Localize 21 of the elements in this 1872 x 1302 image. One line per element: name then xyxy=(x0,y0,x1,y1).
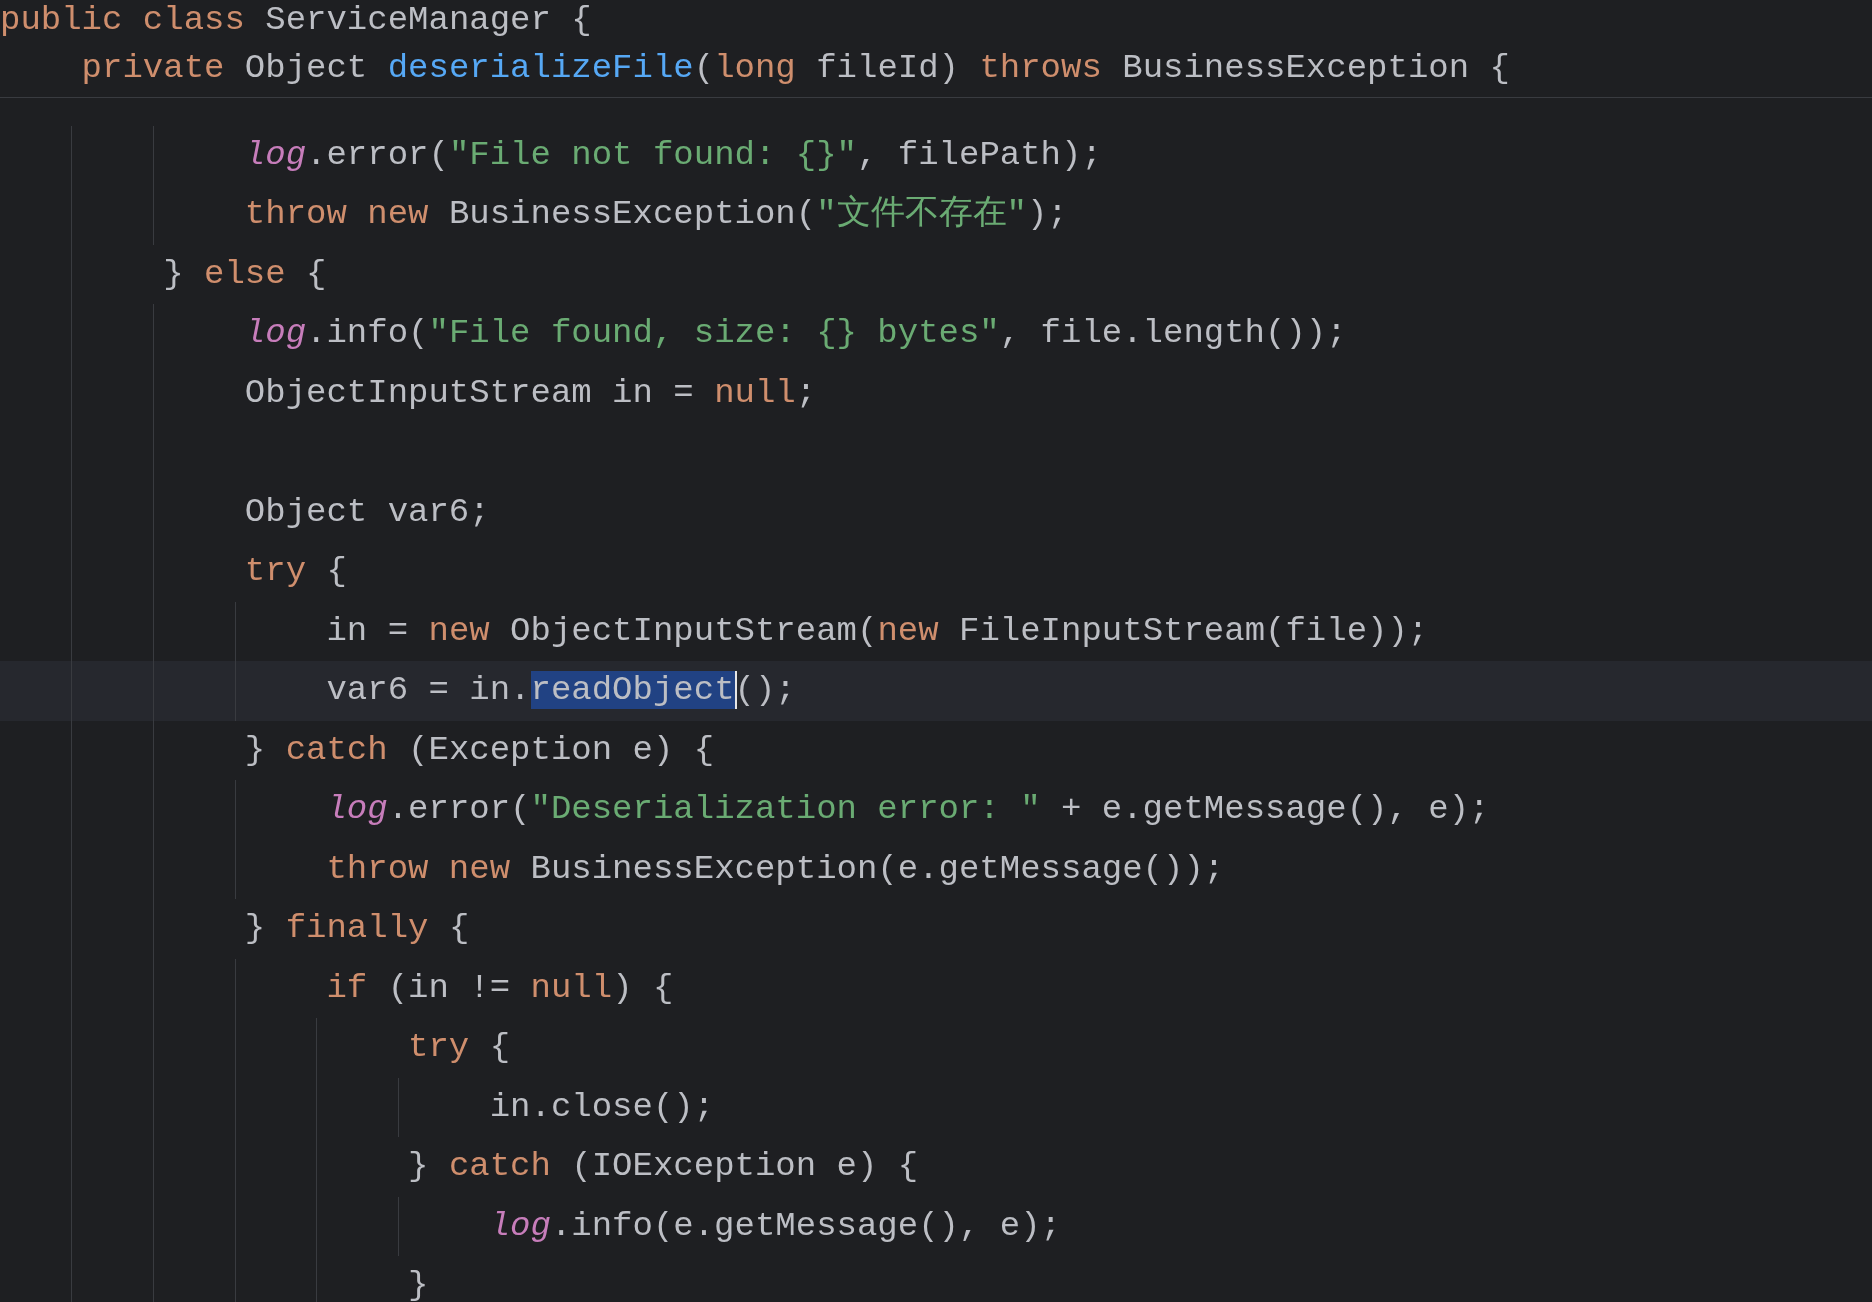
code-line: throw new BusinessException(e.getMessage()); xyxy=(325,849,1225,888)
code-line: log.info(e.getMessage(), e); xyxy=(488,1206,1061,1245)
code-line: Object var6; xyxy=(243,492,490,531)
code-line: log.error("Deserialization error: " + e.getMessage(), e); xyxy=(325,790,1490,828)
code-line: } catch (Exception e) { xyxy=(243,730,715,769)
code-line: ObjectInputStream in = null; xyxy=(243,373,817,412)
code-line: log.info("File found, size: {} bytes", file.length()); xyxy=(243,314,1347,352)
code-line: throw new BusinessException("文件不存在"); xyxy=(243,195,1068,233)
code-line: in = new ObjectInputStream(new FileInputStream(file)); xyxy=(325,611,1429,650)
code-line: var6 = in.readObject(); xyxy=(325,671,796,709)
code-line: in.close(); xyxy=(488,1087,715,1126)
code-line: } finally { xyxy=(243,909,470,947)
code-line: } else { xyxy=(162,254,327,293)
code-line: try { xyxy=(243,552,347,590)
code-line: try { xyxy=(407,1028,511,1066)
code-line: } xyxy=(407,1266,429,1302)
code-line: if (in != null) { xyxy=(325,968,674,1007)
code-line: log.error("File not found: {}", filePath); xyxy=(243,135,1102,174)
code-line: public class ServiceManager { xyxy=(0,1,592,39)
code-line: } catch (IOException e) { xyxy=(407,1147,919,1185)
code-line: private Object deserializeFile(long fileId) throws BusinessException { xyxy=(80,49,1510,87)
